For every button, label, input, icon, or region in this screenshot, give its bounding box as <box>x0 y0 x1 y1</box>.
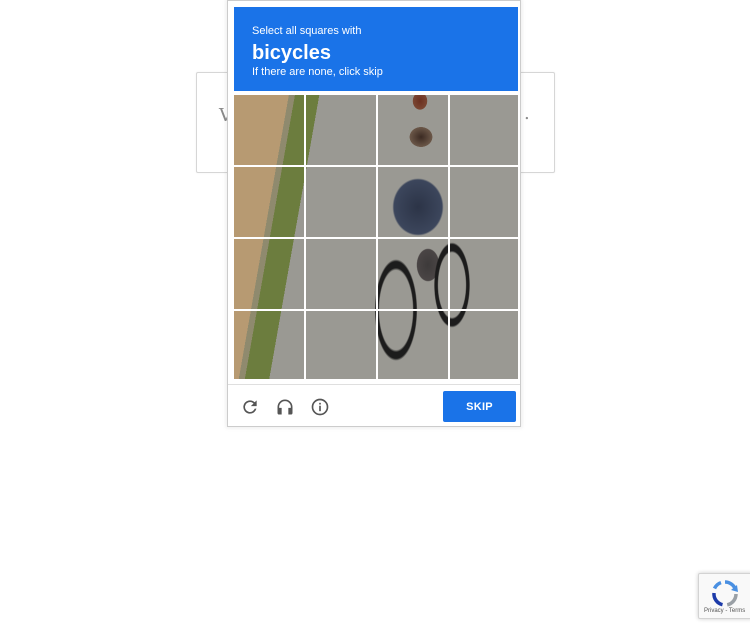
privacy-terms-links[interactable]: Privacy - Terms <box>704 608 745 614</box>
image-tile-r3-c4[interactable] <box>450 239 520 309</box>
image-tile-r1-c2[interactable] <box>306 95 376 165</box>
image-tile-r4-c3[interactable] <box>378 311 448 381</box>
image-tile-grid <box>234 95 520 381</box>
skip-button[interactable]: SKIP <box>443 391 516 422</box>
challenge-header: Select all squares with bicycles If ther… <box>234 7 518 91</box>
image-tile-r4-c1[interactable] <box>234 311 304 381</box>
image-tile-r1-c4[interactable] <box>450 95 520 165</box>
image-tile-r2-c1[interactable] <box>234 167 304 237</box>
image-tile-r2-c4[interactable] <box>450 167 520 237</box>
recaptcha-challenge: Select all squares with bicycles If ther… <box>227 0 521 427</box>
image-tile-r2-c3[interactable] <box>378 167 448 237</box>
background-card-text-right: . <box>524 103 530 124</box>
image-tile-r3-c2[interactable] <box>306 239 376 309</box>
page: V . Select all squares with bicycles If … <box>0 0 750 628</box>
image-tile-r2-c2[interactable] <box>306 167 376 237</box>
footer-divider <box>228 384 520 385</box>
target-object-label: bicycles <box>252 42 331 64</box>
image-tile-r1-c1[interactable] <box>234 95 304 165</box>
image-tile-r4-c4[interactable] <box>450 311 520 381</box>
image-tile-r3-c3[interactable] <box>378 239 448 309</box>
info-icon[interactable] <box>309 396 331 418</box>
instruction-text: Select all squares with <box>252 25 362 37</box>
image-tile-r4-c2[interactable] <box>306 311 376 381</box>
skip-hint-text: If there are none, click skip <box>252 66 383 78</box>
headphones-icon[interactable] <box>274 396 296 418</box>
recaptcha-badge[interactable]: Privacy - Terms <box>698 573 750 619</box>
image-tile-r1-c3[interactable] <box>378 95 448 165</box>
reload-icon[interactable] <box>239 396 261 418</box>
image-tile-r3-c1[interactable] <box>234 239 304 309</box>
